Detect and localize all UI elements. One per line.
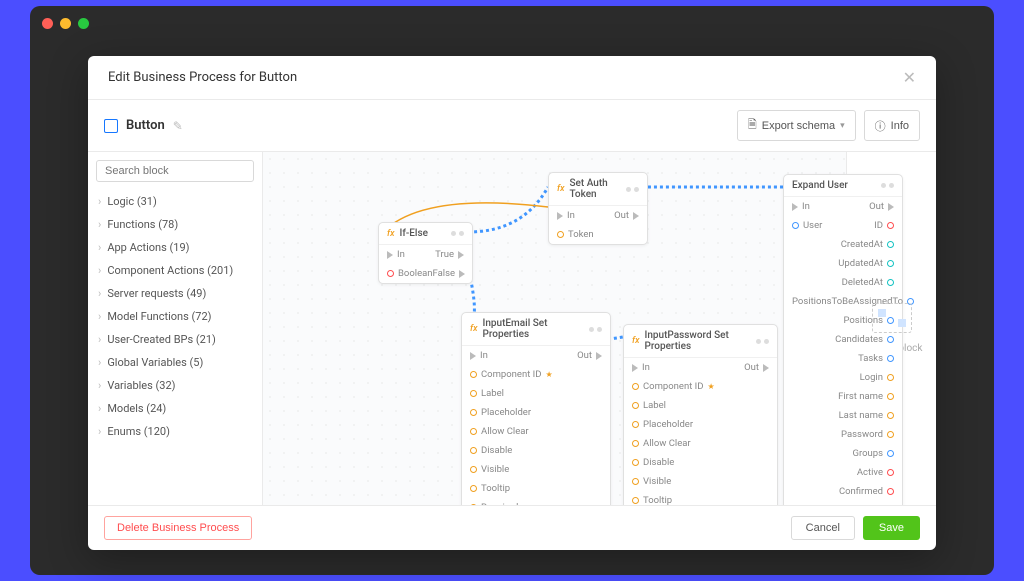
prop-row: Visible [462,460,610,479]
sidebar-item[interactable]: Models (24) [88,397,262,420]
prop-row: Placeholder [624,415,777,434]
info-icon: ⓘ [875,118,886,134]
node-expand-user[interactable]: Expand User InOut UserID CreatedAtUpdate… [783,174,903,505]
sidebar-item[interactable]: Functions (78) [88,213,262,236]
field-row: Tasks [784,349,902,368]
field-row: Groups [784,444,902,463]
modal-title: Edit Business Process for Button [108,70,297,85]
field-row: Active [784,463,902,482]
edit-icon[interactable]: ✎ [173,119,183,133]
prop-row: Allow Clear [624,434,777,453]
export-schema-button[interactable]: 🗎 Export schema [737,110,856,141]
block-tree: Logic (31)Functions (78)App Actions (19)… [88,190,262,505]
info-button[interactable]: ⓘ Info [864,110,920,141]
bp-editor-modal: Edit Business Process for Button ✕ Butto… [88,56,936,550]
prop-row: Allow Clear [462,422,610,441]
sidebar-item[interactable]: Global Variables (5) [88,351,262,374]
prop-row: Tooltip [462,479,610,498]
component-name: Button [126,118,165,133]
field-row: Login [784,368,902,387]
sidebar-item[interactable]: Enums (120) [88,420,262,443]
modal-header: Edit Business Process for Button ✕ [88,56,936,100]
node-set-auth-token[interactable]: fxSet Auth Token InOut Token [548,172,648,245]
save-button[interactable]: Save [863,516,920,540]
sidebar-item[interactable]: Logic (31) [88,190,262,213]
prop-row: Component ID ★ [624,377,777,396]
field-row: DeletedAt [784,273,902,292]
node-input-email[interactable]: fxInputEmail Set Properties InOut Compon… [461,312,611,505]
close-icon[interactable]: ✕ [903,68,916,87]
component-icon [104,119,118,133]
prop-row: Disable [624,453,777,472]
sidebar-item[interactable]: App Actions (19) [88,236,262,259]
sidebar-item[interactable]: Component Actions (201) [88,259,262,282]
field-row: Confirmed [784,482,902,501]
field-row: Confirmation code [784,501,902,505]
placeholder-icon [872,303,912,333]
cancel-button[interactable]: Cancel [791,516,855,540]
prop-row: Visible [624,472,777,491]
toolbar: Button ✎ 🗎 Export schema ⓘ Info [88,100,936,152]
field-row: CreatedAt [784,235,902,254]
field-row: Last name [784,406,902,425]
field-row: First name [784,387,902,406]
prop-row: Required [462,498,610,505]
prop-row: Label [462,384,610,403]
sidebar-item[interactable]: User-Created BPs (21) [88,328,262,351]
node-if-else[interactable]: fxIf-Else InTrue BooleanFalse [378,222,473,284]
canvas[interactable]: fxIf-Else InTrue BooleanFalse fxSet Auth… [263,152,846,505]
search-input[interactable] [96,160,254,182]
sidebar-item[interactable]: Variables (32) [88,374,262,397]
field-row: Password [784,425,902,444]
prop-row: Component ID ★ [462,365,610,384]
prop-row: Disable [462,441,610,460]
sidebar-item[interactable]: Model Functions (72) [88,305,262,328]
prop-row: Label [624,396,777,415]
delete-button[interactable]: Delete Business Process [104,516,252,540]
window-traffic-lights[interactable] [42,18,89,29]
blocks-sidebar: Logic (31)Functions (78)App Actions (19)… [88,152,263,505]
file-icon: 🗎 [748,116,757,135]
sidebar-item[interactable]: Server requests (49) [88,282,262,305]
prop-row: Placeholder [462,403,610,422]
prop-row: Tooltip [624,491,777,505]
field-row: UpdatedAt [784,254,902,273]
node-input-password[interactable]: fxInputPassword Set Properties InOut Com… [623,324,778,505]
footer: Delete Business Process Cancel Save [88,505,936,550]
